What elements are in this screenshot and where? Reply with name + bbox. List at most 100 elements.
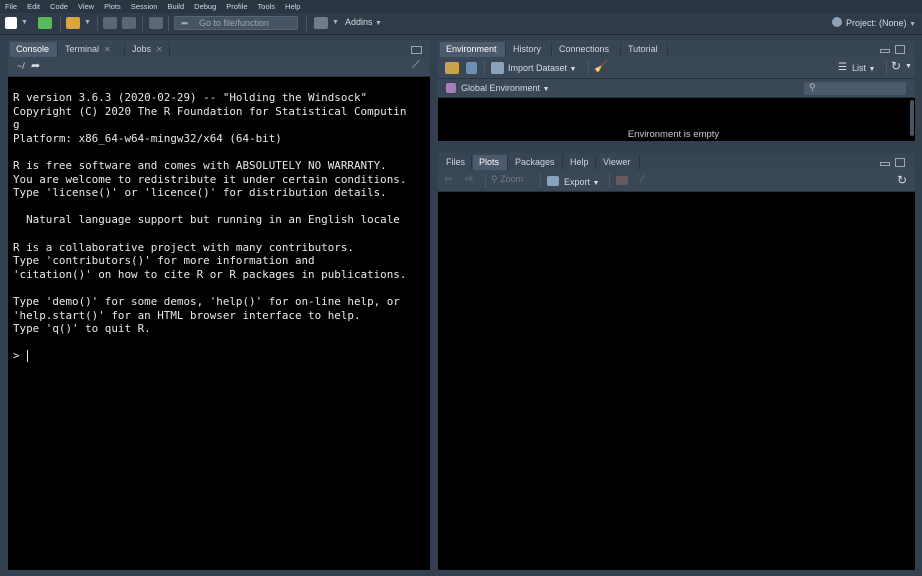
import-dataset-icon[interactable] xyxy=(491,62,504,74)
environment-tabbar: Environment History Connections Tutorial xyxy=(438,40,915,57)
minimize-pane-icon[interactable] xyxy=(880,162,890,166)
project-menu-button[interactable]: Project: (None) ▼ xyxy=(832,17,916,28)
menu-edit[interactable]: Edit xyxy=(22,2,45,11)
environment-content: Environment is empty xyxy=(438,98,915,141)
environment-search-input[interactable]: ⚲ xyxy=(804,82,906,95)
tab-packages[interactable]: Packages xyxy=(509,155,563,170)
toolbar-divider xyxy=(60,16,61,31)
refresh-icon[interactable]: ↻ xyxy=(891,59,901,73)
tab-label: Console xyxy=(16,44,50,54)
tab-viewer[interactable]: Viewer xyxy=(597,155,640,170)
save-workspace-icon[interactable] xyxy=(466,62,477,74)
addins-button[interactable]: Addins ▼ xyxy=(345,17,382,27)
environment-toolbar: Import Dataset ▼ 🧹 ☰ List ▼ ↻ ▼ xyxy=(438,57,915,79)
chevron-down-icon: ▼ xyxy=(375,20,382,27)
tab-terminal[interactable]: Terminal ✕ xyxy=(59,42,125,57)
export-icon xyxy=(547,176,559,186)
toolbar-divider xyxy=(540,173,541,188)
minimize-pane-icon[interactable] xyxy=(880,49,890,53)
list-view-button[interactable]: List ▼ xyxy=(852,63,875,73)
import-dataset-button[interactable]: Import Dataset ▼ xyxy=(508,63,576,73)
menu-code[interactable]: Code xyxy=(45,2,73,11)
go-to-directory-icon[interactable]: ➦ xyxy=(31,59,40,72)
menu-help[interactable]: Help xyxy=(280,2,305,11)
text-cursor xyxy=(27,350,28,362)
save-all-icon[interactable] xyxy=(122,17,136,29)
menu-debug[interactable]: Debug xyxy=(189,2,221,11)
environment-scrollbar[interactable] xyxy=(910,100,914,136)
export-button[interactable]: Export ▼ xyxy=(564,177,599,187)
new-project-icon[interactable] xyxy=(38,17,52,29)
print-icon[interactable] xyxy=(149,17,163,29)
tab-history[interactable]: History xyxy=(507,42,552,57)
refresh-icon[interactable]: ↻ xyxy=(897,173,907,187)
tab-jobs[interactable]: Jobs ✕ xyxy=(126,42,170,57)
maximize-pane-icon[interactable] xyxy=(895,158,905,167)
tab-label: Environment xyxy=(446,44,497,54)
chevron-down-icon: ▼ xyxy=(542,86,550,93)
magnifier-icon: ⚲ xyxy=(491,174,498,184)
tab-label: Tutorial xyxy=(628,44,658,54)
tab-environment[interactable]: Environment xyxy=(440,42,506,57)
tab-help[interactable]: Help xyxy=(564,155,596,170)
tab-plots[interactable]: Plots xyxy=(473,155,508,170)
tab-label: Terminal xyxy=(65,44,100,54)
toolbar-divider xyxy=(142,16,143,31)
new-file-icon[interactable] xyxy=(5,17,17,29)
plots-toolbar: ⇦ ⇨ ⚲ Zoom Export ▼ ⟋ ↻ xyxy=(438,170,915,192)
list-view-label: List xyxy=(852,63,867,73)
open-folder-icon[interactable] xyxy=(66,17,80,29)
chevron-down-icon[interactable]: ▼ xyxy=(21,19,28,26)
close-icon[interactable]: ✕ xyxy=(104,45,111,54)
maximize-pane-icon[interactable] xyxy=(895,45,905,54)
clear-plots-icon[interactable]: ⟋ xyxy=(639,174,646,185)
global-environment-select[interactable]: Global Environment ▼ xyxy=(461,83,550,93)
toolbar-divider xyxy=(306,16,307,31)
menu-bar: File Edit Code View Plots Session Build … xyxy=(0,0,922,13)
r-environment-icon xyxy=(446,83,456,93)
tab-files[interactable]: Files xyxy=(440,155,472,170)
menu-tools[interactable]: Tools xyxy=(253,2,281,11)
forward-arrow-icon[interactable]: ⇨ xyxy=(465,174,473,185)
tab-label: History xyxy=(513,44,542,54)
menu-plots[interactable]: Plots xyxy=(99,2,126,11)
tab-console[interactable]: Console xyxy=(10,42,58,57)
toolbar-divider xyxy=(485,173,486,188)
tab-label: Plots xyxy=(479,157,500,167)
menu-file[interactable]: File xyxy=(0,2,22,11)
close-icon[interactable]: ✕ xyxy=(156,45,163,54)
broom-icon[interactable]: 🧹 xyxy=(594,60,608,73)
grid-layout-icon[interactable] xyxy=(314,17,328,29)
menu-profile[interactable]: Profile xyxy=(221,2,252,11)
global-environment-label: Global Environment xyxy=(461,83,541,93)
toolbar-divider xyxy=(886,60,887,75)
chevron-down-icon[interactable]: ▼ xyxy=(84,19,91,26)
console-prompt: > xyxy=(13,349,20,362)
addins-label: Addins xyxy=(345,17,373,27)
zoom-button[interactable]: ⚲ Zoom xyxy=(491,174,523,185)
console-tabbar: Console Terminal ✕ Jobs ✕ xyxy=(8,40,430,57)
menu-view[interactable]: View xyxy=(73,2,99,11)
tab-label: Viewer xyxy=(603,157,631,167)
tab-tutorial[interactable]: Tutorial xyxy=(622,42,668,57)
goto-file-function-input[interactable]: ➦ Go to file/function xyxy=(174,16,298,30)
toolbar-divider xyxy=(484,60,485,75)
project-icon xyxy=(832,17,843,27)
load-workspace-icon[interactable] xyxy=(445,62,459,74)
chevron-down-icon[interactable]: ▼ xyxy=(332,19,339,26)
chevron-down-icon: ▼ xyxy=(868,66,876,73)
plot-viewer-area[interactable] xyxy=(438,192,915,570)
menu-build[interactable]: Build xyxy=(162,2,189,11)
goto-arrow-icon: ➦ xyxy=(181,18,189,28)
menu-session[interactable]: Session xyxy=(126,2,163,11)
save-icon[interactable] xyxy=(103,17,117,29)
import-dataset-label: Import Dataset xyxy=(508,63,568,73)
environment-scope-bar: Global Environment ▼ ⚲ xyxy=(438,79,915,98)
maximize-pane-icon[interactable] xyxy=(411,46,422,54)
remove-plot-icon[interactable] xyxy=(616,176,628,185)
back-arrow-icon[interactable]: ⇦ xyxy=(444,174,452,185)
list-view-icon[interactable]: ☰ xyxy=(838,62,847,73)
chevron-down-icon[interactable]: ▼ xyxy=(905,63,912,70)
clear-console-icon[interactable]: ⟋ xyxy=(412,59,420,72)
tab-connections[interactable]: Connections xyxy=(553,42,621,57)
